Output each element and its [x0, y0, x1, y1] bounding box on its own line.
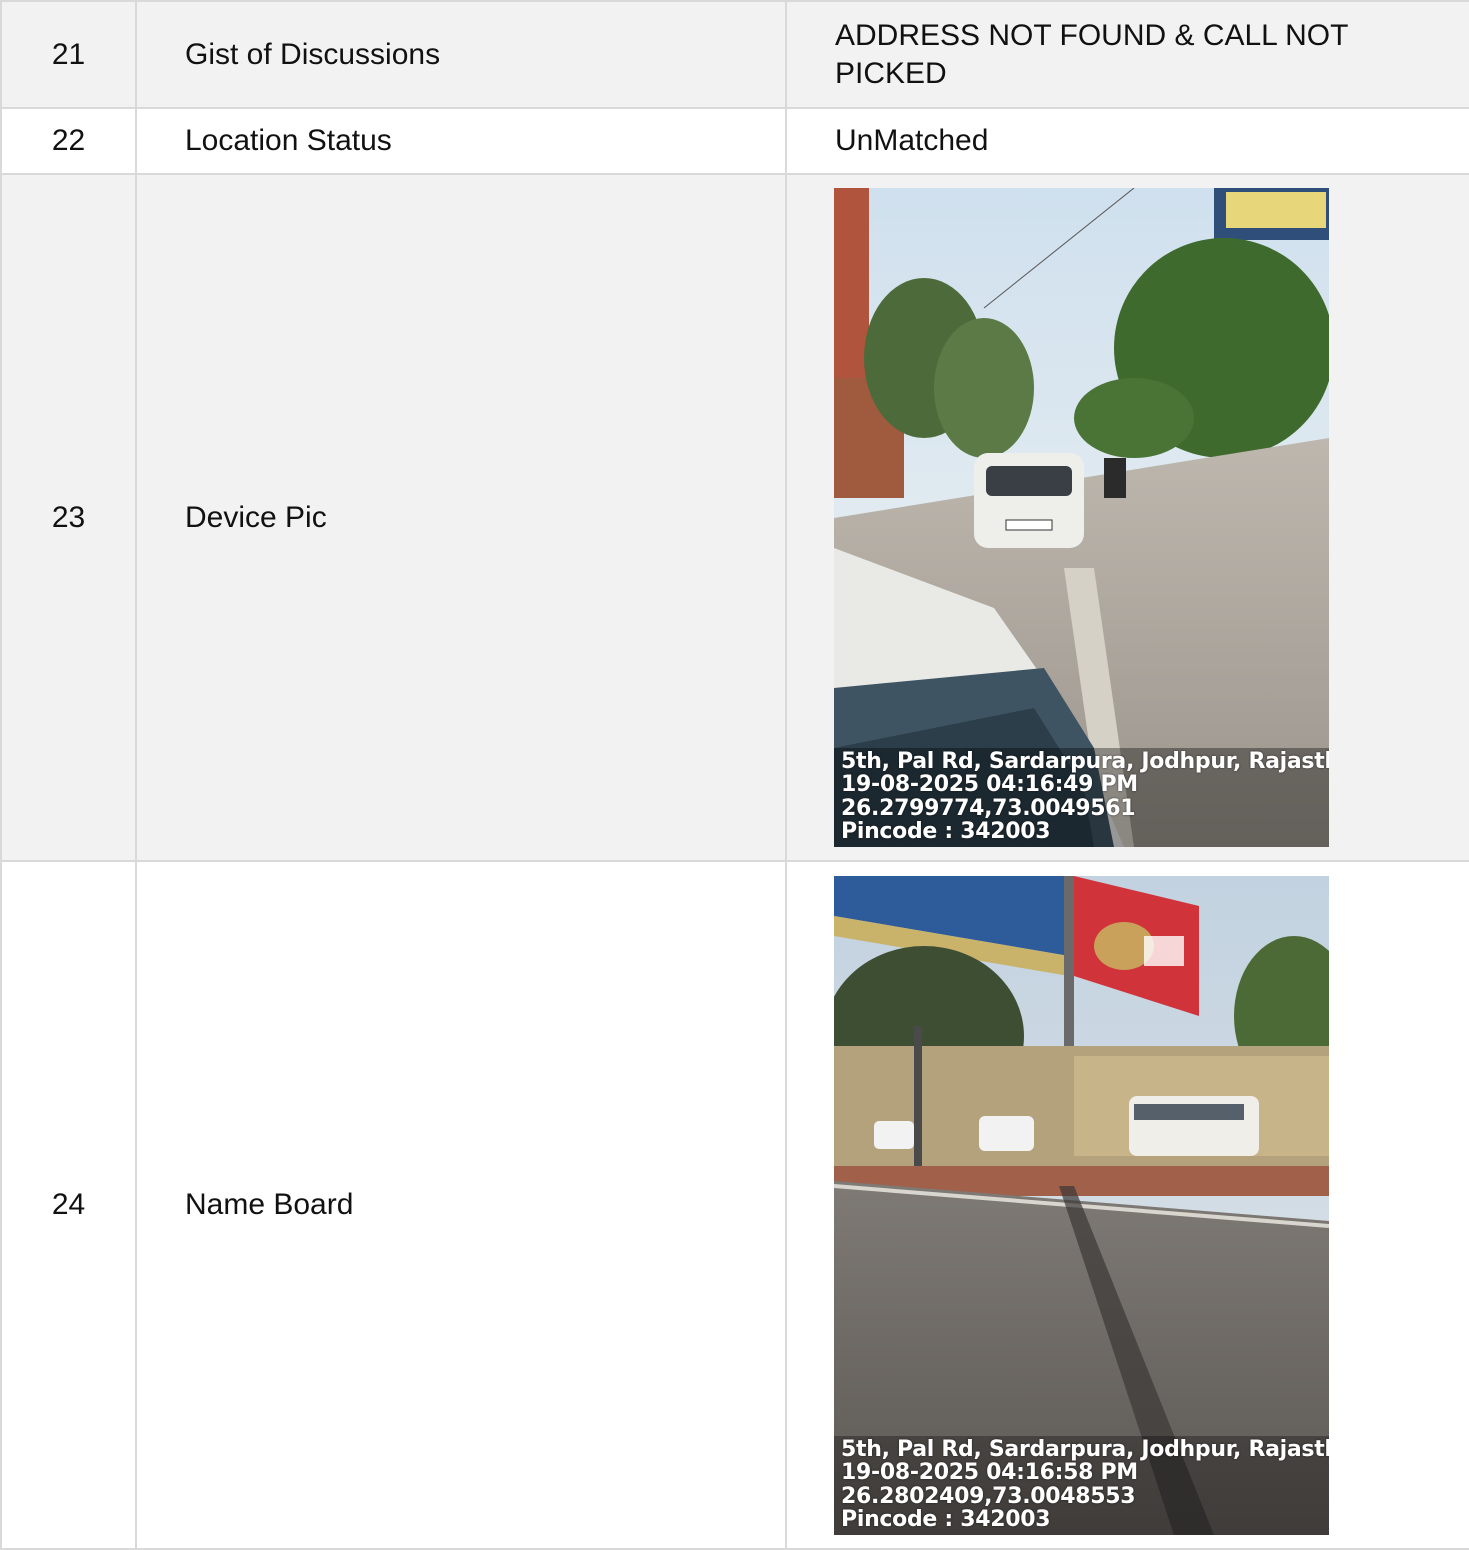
photo-geotag-stamp: 5th, Pal Rd, Sardarpura, Jodhpur, Rajast…: [841, 1438, 1329, 1531]
field-label-name-board: Name Board: [135, 860, 787, 1550]
field-label-device-pic: Device Pic: [135, 173, 787, 862]
report-table: 21 Gist of Discussions ADDRESS NOT FOUND…: [0, 0, 1469, 1550]
photo-pincode: Pincode : 342003: [841, 819, 1051, 844]
photo-datetime: 19-08-2025 04:16:49 PM: [841, 772, 1138, 797]
field-value-gist-of-discussions: ADDRESS NOT FOUND & CALL NOT PICKED: [785, 0, 1469, 109]
field-value-location-status: UnMatched: [785, 107, 1469, 175]
photo-pincode: Pincode : 342003: [841, 1506, 1051, 1532]
field-label-gist-of-discussions: Gist of Discussions: [135, 0, 787, 109]
name-board-cell: 5th, Pal Rd, Sardarpura, Jodhpur, Rajast…: [785, 860, 1469, 1550]
photo-address: 5th, Pal Rd, Sardarpura, Jodhpur, Rajast…: [841, 1436, 1329, 1462]
field-label-location-status: Location Status: [135, 107, 787, 175]
table-row: 22 Location Status UnMatched: [0, 107, 1469, 175]
row-number: 21: [0, 0, 137, 109]
photo-coordinates: 26.2802409,73.0048553: [841, 1483, 1136, 1509]
row-number: 22: [0, 107, 137, 175]
photo-coordinates: 26.2799774,73.0049561: [841, 796, 1136, 821]
table-row: 23 Device Pic 5th, Pal Rd, Sardarpura, J…: [0, 173, 1469, 862]
device-pic-cell: 5th, Pal Rd, Sardarpura, Jodhpur, Rajast…: [785, 173, 1469, 862]
street-scene-image: [834, 875, 1329, 1535]
row-number: 23: [0, 173, 137, 862]
table-row: 21 Gist of Discussions ADDRESS NOT FOUND…: [0, 0, 1469, 109]
name-board-photo: 5th, Pal Rd, Sardarpura, Jodhpur, Rajast…: [834, 875, 1329, 1535]
device-photo: 5th, Pal Rd, Sardarpura, Jodhpur, Rajast…: [834, 188, 1329, 847]
photo-address: 5th, Pal Rd, Sardarpura, Jodhpur, Rajast…: [841, 749, 1329, 774]
photo-geotag-stamp: 5th, Pal Rd, Sardarpura, Jodhpur, Rajast…: [841, 750, 1329, 843]
photo-datetime: 19-08-2025 04:16:58 PM: [841, 1459, 1138, 1485]
row-number: 24: [0, 860, 137, 1550]
table-row: 24 Name Board 5th, Pal Rd, Sardarpura, J…: [0, 860, 1469, 1550]
